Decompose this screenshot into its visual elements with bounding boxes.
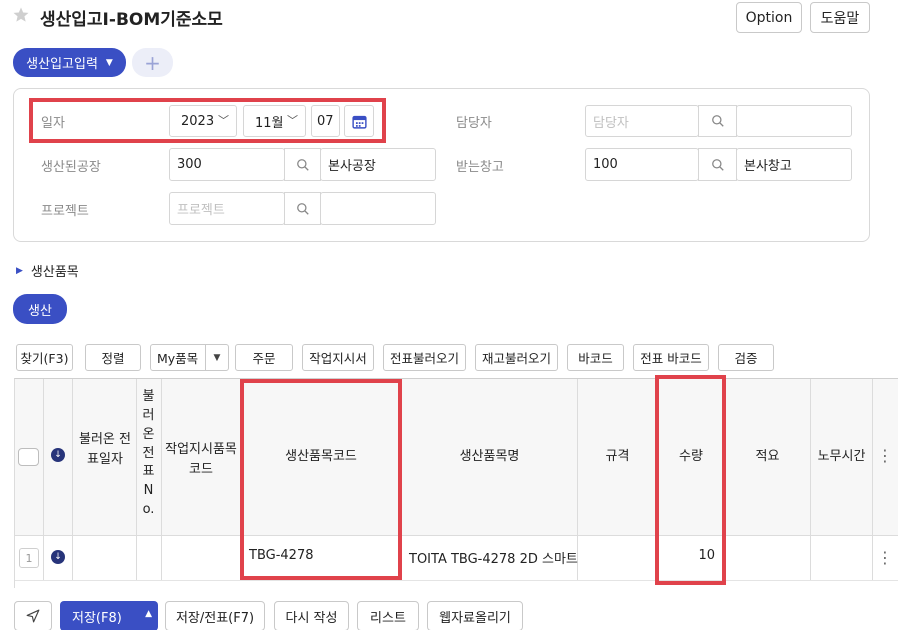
caret-up-icon[interactable]: ▲ bbox=[145, 609, 152, 619]
manager-name-field[interactable] bbox=[736, 105, 852, 137]
row-kebab-icon[interactable]: ⋮ bbox=[877, 547, 893, 569]
factory-code-input[interactable]: 300 bbox=[169, 148, 285, 181]
manager-search-button[interactable] bbox=[698, 105, 737, 137]
manager-placeholder: 담당자 bbox=[593, 115, 629, 131]
warehouse-label: 받는창고 bbox=[456, 160, 504, 175]
warehouse-code-value: 100 bbox=[593, 157, 618, 172]
header-loaded-date: 불러온 전표일자 bbox=[79, 432, 131, 467]
order-button[interactable]: 주문 bbox=[235, 344, 293, 371]
option-button[interactable]: Option bbox=[736, 2, 802, 33]
header-qty: 수량 bbox=[679, 449, 703, 464]
save-label: 저장(F8) bbox=[72, 610, 122, 626]
header-work-item-code: 작업지시품목코드 bbox=[165, 442, 237, 477]
header-spec: 규격 bbox=[605, 449, 630, 464]
my-items-label: My품목 bbox=[157, 351, 199, 366]
project-name-field[interactable] bbox=[320, 192, 436, 225]
rewrite-button[interactable]: 다시 작성 bbox=[274, 601, 349, 630]
web-upload-button[interactable]: 웹자료올리기 bbox=[427, 601, 523, 630]
factory-name-field[interactable]: 본사공장 bbox=[320, 148, 436, 181]
warehouse-name-value: 본사창고 bbox=[744, 159, 792, 174]
header-loaded-no: 불러온전표No. bbox=[142, 389, 155, 518]
sort-button[interactable]: 정렬 bbox=[85, 344, 141, 371]
save-slip-button[interactable]: 저장/전표(F7) bbox=[165, 601, 265, 630]
project-search-button[interactable] bbox=[284, 192, 321, 225]
header-remarks: 적요 bbox=[755, 449, 780, 464]
day-input[interactable]: 07 bbox=[311, 105, 340, 137]
tab-production-input[interactable]: 생산입고입력 ▼ bbox=[13, 48, 126, 77]
warehouse-search-button[interactable] bbox=[698, 148, 737, 181]
chevron-down-icon: ﹀ bbox=[287, 114, 298, 127]
list-button[interactable]: 리스트 bbox=[357, 601, 419, 630]
factory-label: 생산된공장 bbox=[41, 160, 101, 175]
arrow-down-circle-icon[interactable]: ↓ bbox=[51, 448, 65, 462]
save-button[interactable]: 저장(F8) ▲ bbox=[60, 601, 158, 630]
send-button[interactable] bbox=[14, 601, 52, 630]
chevron-down-icon: ﹀ bbox=[218, 114, 229, 127]
search-icon bbox=[296, 158, 309, 171]
work-order-button[interactable]: 작업지시서 bbox=[302, 344, 374, 371]
slip-barcode-button[interactable]: 전표 바코드 bbox=[633, 344, 709, 371]
project-placeholder: 프로젝트 bbox=[177, 203, 225, 218]
header-labor-time: 노무시간 bbox=[817, 449, 866, 464]
warehouse-code-input[interactable]: 100 bbox=[585, 148, 699, 181]
factory-code-value: 300 bbox=[177, 157, 202, 172]
header-item-code: 생산품목코드 bbox=[285, 449, 357, 464]
my-items-button[interactable]: My품목 ▼ bbox=[150, 344, 229, 371]
month-value: 11월 bbox=[255, 115, 284, 131]
cell-item-code[interactable]: TBG-4278 bbox=[249, 548, 313, 563]
header-item-name: 생산품목명 bbox=[459, 449, 520, 464]
cell-item-name[interactable]: TOITA TBG-4278 2D 스마트 bbox=[409, 548, 578, 567]
calendar-button[interactable] bbox=[344, 105, 374, 137]
page-title: 생산입고I-BOM기준소모 bbox=[40, 10, 223, 30]
year-select[interactable]: 2023 ﹀ bbox=[169, 105, 237, 137]
help-button[interactable]: 도움말 bbox=[810, 2, 870, 33]
day-value: 07 bbox=[317, 113, 334, 129]
add-tab-button[interactable]: + bbox=[132, 48, 173, 77]
factory-search-button[interactable] bbox=[284, 148, 321, 181]
caret-down-icon: ▼ bbox=[105, 57, 113, 68]
project-code-input[interactable]: 프로젝트 bbox=[169, 192, 285, 225]
manager-label: 담당자 bbox=[456, 116, 492, 131]
search-icon bbox=[711, 115, 724, 127]
arrow-down-circle-icon[interactable]: ↓ bbox=[51, 550, 65, 564]
triangle-right-icon: ▶ bbox=[16, 265, 23, 276]
factory-name-value: 본사공장 bbox=[328, 159, 376, 174]
find-button[interactable]: 찾기(F3) bbox=[16, 344, 73, 371]
items-section-label: 생산품목 bbox=[30, 265, 79, 280]
cell-qty[interactable]: 10 bbox=[658, 548, 715, 563]
header-kebab-icon[interactable]: ⋮ bbox=[877, 445, 893, 467]
manager-code-input[interactable]: 담당자 bbox=[585, 105, 699, 137]
load-slip-button[interactable]: 전표불러오기 bbox=[383, 344, 466, 371]
project-label: 프로젝트 bbox=[41, 204, 89, 219]
barcode-button[interactable]: 바코드 bbox=[567, 344, 624, 371]
search-icon bbox=[296, 202, 309, 215]
calendar-icon bbox=[351, 115, 367, 129]
send-icon bbox=[26, 609, 40, 623]
date-label: 일자 bbox=[41, 116, 65, 131]
warehouse-name-field[interactable]: 본사창고 bbox=[736, 148, 852, 181]
row-number: 1 bbox=[19, 548, 39, 568]
verify-button[interactable]: 검증 bbox=[718, 344, 774, 371]
produce-button[interactable]: 생산 bbox=[13, 294, 67, 324]
year-value: 2023 bbox=[181, 113, 215, 129]
load-stock-button[interactable]: 재고불러오기 bbox=[475, 344, 558, 371]
month-select[interactable]: 11월 ﹀ bbox=[243, 105, 306, 137]
select-all-checkbox[interactable] bbox=[18, 448, 39, 466]
caret-down-icon[interactable]: ▼ bbox=[205, 345, 228, 370]
items-section-toggle[interactable]: ▶ 생산품목 bbox=[16, 261, 79, 280]
search-icon bbox=[711, 158, 724, 171]
favorite-star-icon[interactable] bbox=[12, 6, 30, 24]
tab-label: 생산입고입력 bbox=[26, 57, 98, 72]
